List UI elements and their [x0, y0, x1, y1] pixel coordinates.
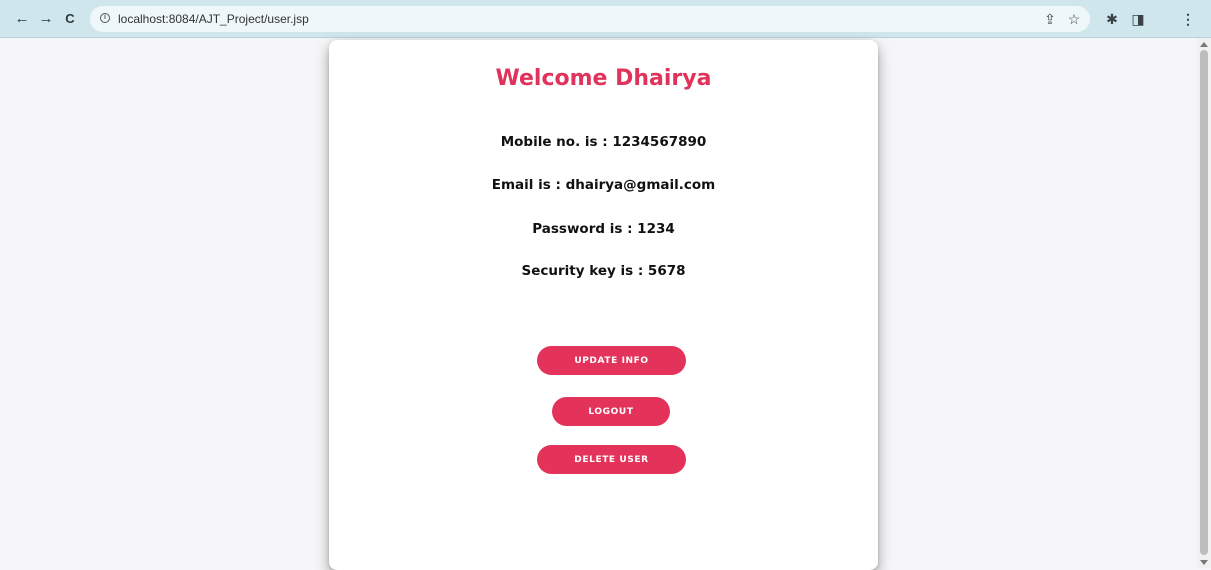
back-arrow-icon[interactable]: ←	[12, 9, 32, 29]
extensions-puzzle-icon[interactable]: ✱	[1102, 9, 1122, 29]
address-url: localhost:8084/AJT_Project/user.jsp	[118, 12, 309, 26]
scrollbar-thumb[interactable]	[1200, 50, 1208, 555]
security-key-info: Security key is : 5678	[521, 263, 686, 279]
browser-toolbar: ← → C i localhost:8084/AJT_Project/user.…	[0, 0, 1211, 38]
forward-arrow-icon[interactable]: →	[36, 9, 56, 29]
browser-menu-icon[interactable]: ⋮	[1178, 9, 1198, 29]
mobile-info: Mobile no. is : 1234567890	[500, 134, 707, 150]
email-info: Email is : dhairya@gmail.com	[491, 177, 716, 193]
site-info-icon[interactable]: i	[100, 13, 110, 23]
address-bar[interactable]: i localhost:8084/AJT_Project/user.jsp	[90, 6, 1090, 32]
delete-user-button[interactable]: DELETE USER	[537, 445, 686, 474]
scroll-up-arrow-icon[interactable]	[1200, 42, 1208, 47]
reload-icon[interactable]: C	[60, 9, 80, 29]
user-info-card: Welcome Dhairya Mobile no. is : 12345678…	[329, 40, 878, 570]
password-info: Password is : 1234	[532, 221, 675, 237]
share-icon[interactable]: ⇪	[1040, 9, 1060, 29]
scroll-down-arrow-icon[interactable]	[1200, 560, 1208, 565]
page-scrollbar[interactable]	[1197, 38, 1211, 568]
update-info-button[interactable]: UPDATE INFO	[537, 346, 686, 375]
bookmark-star-icon[interactable]: ☆	[1064, 9, 1084, 29]
welcome-title: Welcome Dhairya	[495, 66, 712, 91]
side-panel-icon[interactable]: ◨	[1128, 9, 1148, 29]
logout-button[interactable]: LOGOUT	[552, 397, 670, 426]
